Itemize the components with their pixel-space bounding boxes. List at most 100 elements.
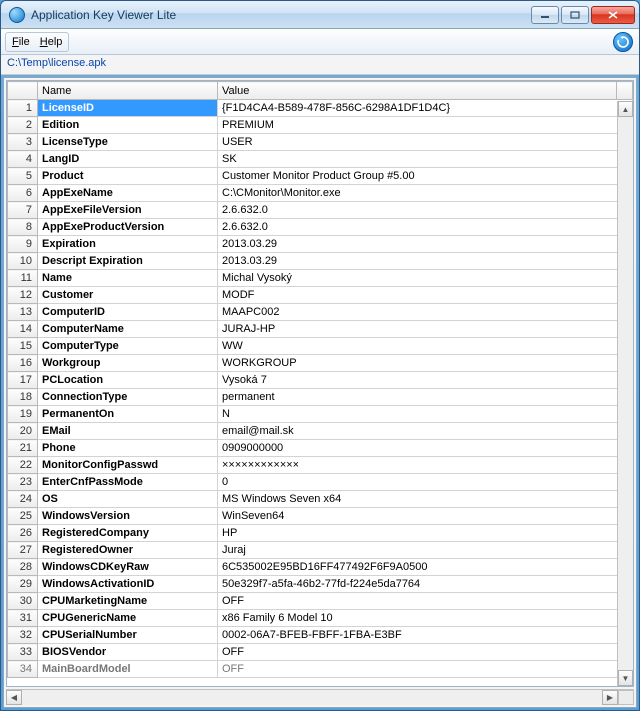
row-number[interactable]: 23: [8, 474, 38, 491]
cell-value[interactable]: MAAPC002: [218, 304, 633, 321]
row-number[interactable]: 25: [8, 508, 38, 525]
cell-name[interactable]: PermanentOn: [38, 406, 218, 423]
cell-name[interactable]: PCLocation: [38, 372, 218, 389]
table-row[interactable]: 12CustomerMODF: [8, 287, 633, 304]
table-row[interactable]: 32CPUSerialNumber0002-06A7-BFEB-FBFF-1FB…: [8, 627, 633, 644]
table-row[interactable]: 21Phone0909000000: [8, 440, 633, 457]
cell-name[interactable]: AppExeProductVersion: [38, 219, 218, 236]
cell-name[interactable]: Workgroup: [38, 355, 218, 372]
header-rownum[interactable]: [8, 82, 38, 100]
cell-value[interactable]: 50e329f7-a5fa-46b2-77fd-f224e5da7764: [218, 576, 633, 593]
row-number[interactable]: 31: [8, 610, 38, 627]
row-number[interactable]: 28: [8, 559, 38, 576]
titlebar[interactable]: Application Key Viewer Lite: [1, 1, 639, 29]
cell-value[interactable]: 2013.03.29: [218, 236, 633, 253]
cell-value[interactable]: USER: [218, 134, 633, 151]
cell-name[interactable]: MainBoardModel: [38, 661, 218, 678]
table-row[interactable]: 22MonitorConfigPasswd××××××××××××: [8, 457, 633, 474]
header-value[interactable]: Value: [218, 82, 617, 100]
cell-name[interactable]: Customer: [38, 287, 218, 304]
row-number[interactable]: 3: [8, 134, 38, 151]
table-row[interactable]: 25WindowsVersionWinSeven64: [8, 508, 633, 525]
row-number[interactable]: 10: [8, 253, 38, 270]
cell-name[interactable]: ComputerType: [38, 338, 218, 355]
scroll-left-button[interactable]: ◀: [6, 690, 22, 705]
cell-value[interactable]: C:\CMonitor\Monitor.exe: [218, 185, 633, 202]
table-row[interactable]: 14ComputerNameJURAJ-HP: [8, 321, 633, 338]
menu-help[interactable]: Help: [40, 36, 63, 48]
cell-value[interactable]: email@mail.sk: [218, 423, 633, 440]
row-number[interactable]: 11: [8, 270, 38, 287]
row-number[interactable]: 9: [8, 236, 38, 253]
cell-value[interactable]: PREMIUM: [218, 117, 633, 134]
row-number[interactable]: 18: [8, 389, 38, 406]
table-row[interactable]: 30CPUMarketingNameOFF: [8, 593, 633, 610]
row-number[interactable]: 1: [8, 100, 38, 117]
row-number[interactable]: 17: [8, 372, 38, 389]
cell-name[interactable]: Descript Expiration: [38, 253, 218, 270]
row-number[interactable]: 16: [8, 355, 38, 372]
cell-name[interactable]: LangID: [38, 151, 218, 168]
cell-name[interactable]: Phone: [38, 440, 218, 457]
table-row[interactable]: 26RegisteredCompanyHP: [8, 525, 633, 542]
table-row[interactable]: 20EMailemail@mail.sk: [8, 423, 633, 440]
row-number[interactable]: 21: [8, 440, 38, 457]
cell-value[interactable]: Customer Monitor Product Group #5.00: [218, 168, 633, 185]
row-number[interactable]: 7: [8, 202, 38, 219]
cell-value[interactable]: OFF: [218, 644, 633, 661]
row-number[interactable]: 20: [8, 423, 38, 440]
cell-name[interactable]: EMail: [38, 423, 218, 440]
close-button[interactable]: [591, 6, 635, 24]
table-row[interactable]: 10Descript Expiration2013.03.29: [8, 253, 633, 270]
minimize-button[interactable]: [531, 6, 559, 24]
maximize-button[interactable]: [561, 6, 589, 24]
row-number[interactable]: 14: [8, 321, 38, 338]
horizontal-scrollbar[interactable]: ◀ ▶: [6, 689, 634, 705]
table-row[interactable]: 6AppExeNameC:\CMonitor\Monitor.exe: [8, 185, 633, 202]
cell-value[interactable]: MS Windows Seven x64: [218, 491, 633, 508]
row-number[interactable]: 27: [8, 542, 38, 559]
cell-name[interactable]: ConnectionType: [38, 389, 218, 406]
vscroll-track[interactable]: [618, 117, 633, 670]
scroll-right-button[interactable]: ▶: [602, 690, 618, 705]
table-row[interactable]: 24OSMS Windows Seven x64: [8, 491, 633, 508]
cell-name[interactable]: EnterCnfPassMode: [38, 474, 218, 491]
scroll-up-button[interactable]: ▲: [618, 101, 633, 117]
table-row[interactable]: 16WorkgroupWORKGROUP: [8, 355, 633, 372]
table-row[interactable]: 1LicenseID{F1D4CA4-B589-478F-856C-6298A1…: [8, 100, 633, 117]
row-number[interactable]: 29: [8, 576, 38, 593]
hscroll-track[interactable]: [22, 690, 602, 705]
row-number[interactable]: 30: [8, 593, 38, 610]
row-number[interactable]: 19: [8, 406, 38, 423]
row-number[interactable]: 33: [8, 644, 38, 661]
row-number[interactable]: 22: [8, 457, 38, 474]
cell-value[interactable]: 2013.03.29: [218, 253, 633, 270]
row-number[interactable]: 13: [8, 304, 38, 321]
cell-value[interactable]: JURAJ-HP: [218, 321, 633, 338]
table-row[interactable]: 8AppExeProductVersion2.6.632.0: [8, 219, 633, 236]
cell-name[interactable]: ComputerName: [38, 321, 218, 338]
cell-name[interactable]: CPUMarketingName: [38, 593, 218, 610]
row-number[interactable]: 26: [8, 525, 38, 542]
cell-name[interactable]: AppExeFileVersion: [38, 202, 218, 219]
row-number[interactable]: 8: [8, 219, 38, 236]
table-row[interactable]: 29WindowsActivationID50e329f7-a5fa-46b2-…: [8, 576, 633, 593]
cell-value[interactable]: {F1D4CA4-B589-478F-856C-6298A1DF1D4C}: [218, 100, 633, 117]
cell-value[interactable]: 0: [218, 474, 633, 491]
row-number[interactable]: 4: [8, 151, 38, 168]
cell-value[interactable]: permanent: [218, 389, 633, 406]
table-row[interactable]: 34MainBoardModelOFF: [8, 661, 633, 678]
table-row[interactable]: 17PCLocationVysoká 7: [8, 372, 633, 389]
cell-value[interactable]: Vysoká 7: [218, 372, 633, 389]
cell-value[interactable]: MODF: [218, 287, 633, 304]
row-number[interactable]: 12: [8, 287, 38, 304]
table-row[interactable]: 15ComputerTypeWW: [8, 338, 633, 355]
table-row[interactable]: 27RegisteredOwnerJuraj: [8, 542, 633, 559]
cell-name[interactable]: CPUGenericName: [38, 610, 218, 627]
cell-value[interactable]: HP: [218, 525, 633, 542]
cell-name[interactable]: Expiration: [38, 236, 218, 253]
table-row[interactable]: 18ConnectionTypepermanent: [8, 389, 633, 406]
path-bar[interactable]: C:\Temp\license.apk: [1, 55, 639, 75]
cell-name[interactable]: Edition: [38, 117, 218, 134]
table-row[interactable]: 7AppExeFileVersion2.6.632.0: [8, 202, 633, 219]
